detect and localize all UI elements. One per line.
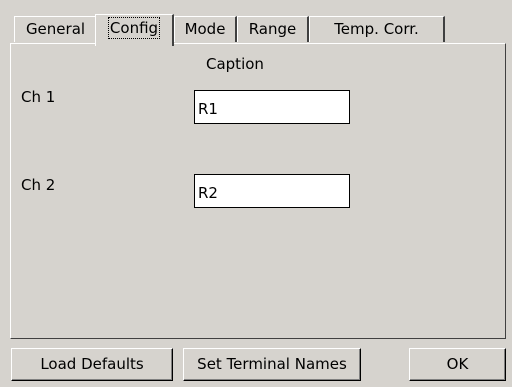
tab-mode[interactable]: Mode xyxy=(174,16,237,42)
load-defaults-button[interactable]: Load Defaults xyxy=(11,348,173,381)
tab-general[interactable]: General xyxy=(14,16,98,42)
tab-temp-corr[interactable]: Temp. Corr. xyxy=(309,16,445,42)
tab-config-label: Config xyxy=(107,17,161,39)
ch2-caption-field[interactable]: R2 xyxy=(194,174,350,208)
tab-config[interactable]: Config xyxy=(95,14,174,46)
ch2-label: Ch 2 xyxy=(21,176,56,194)
tab-temp-corr-label: Temp. Corr. xyxy=(334,20,419,38)
tab-range-label: Range xyxy=(248,20,297,38)
ok-button[interactable]: OK xyxy=(409,348,506,381)
ch1-caption-field[interactable]: R1 xyxy=(194,90,350,124)
tab-mode-label: Mode xyxy=(184,20,226,38)
config-panel: Caption Ch 1 R1 Ch 2 R2 xyxy=(10,43,506,339)
tab-general-label: General xyxy=(25,20,86,38)
set-terminal-names-button[interactable]: Set Terminal Names xyxy=(183,348,361,381)
ch1-label: Ch 1 xyxy=(21,88,56,106)
caption-header: Caption xyxy=(206,55,264,73)
tab-range[interactable]: Range xyxy=(237,16,309,42)
